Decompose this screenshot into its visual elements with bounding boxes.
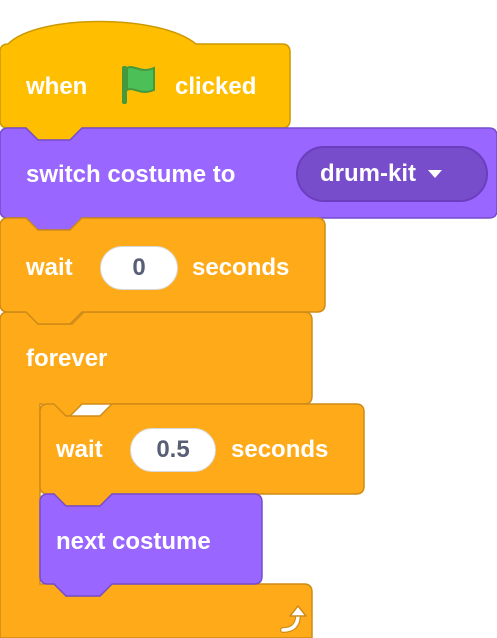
clicked-label: clicked — [175, 73, 257, 100]
switch-costume-label: switch costume to — [26, 161, 236, 188]
chevron-down-icon — [428, 170, 442, 178]
wait-outer-input[interactable]: 0 — [100, 246, 178, 290]
next-costume-label: next costume — [56, 528, 211, 555]
when-label: when — [26, 73, 88, 100]
wait-inner-label: wait — [56, 436, 103, 463]
costume-dropdown[interactable]: drum-kit — [296, 146, 488, 202]
costume-dropdown-value: drum-kit — [320, 160, 416, 187]
loop-arrow-icon — [280, 605, 307, 633]
forever-label: forever — [26, 345, 108, 372]
wait-inner-unit: seconds — [231, 436, 329, 463]
wait-outer-unit: seconds — [192, 254, 290, 281]
green-flag-icon — [122, 66, 155, 104]
wait-outer-label: wait — [26, 254, 73, 281]
wait-inner-input[interactable]: 0.5 — [130, 428, 216, 472]
